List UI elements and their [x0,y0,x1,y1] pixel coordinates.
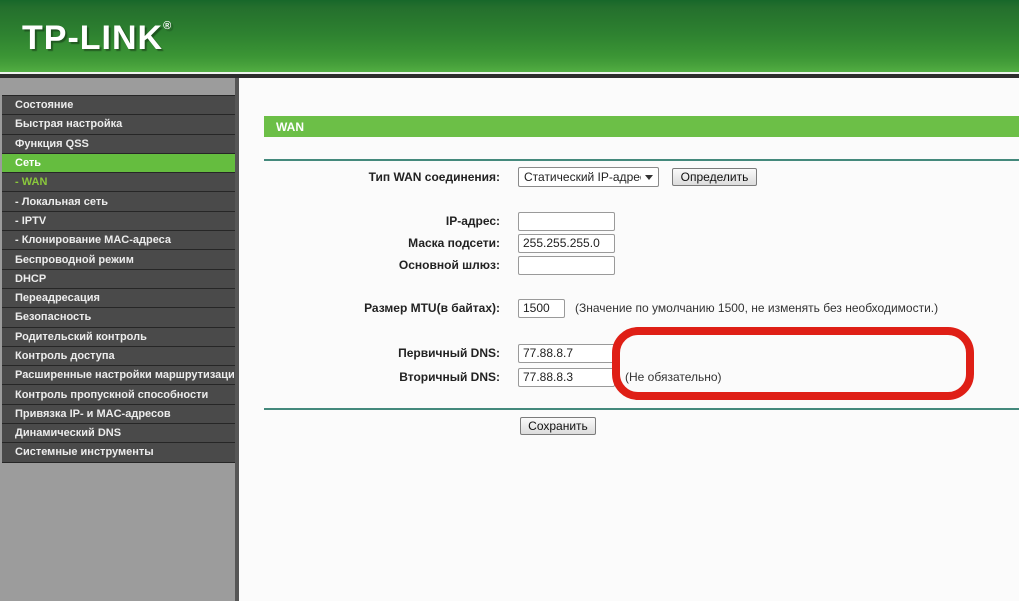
secondary-dns-input[interactable] [518,367,615,387]
primary-dns-label: Первичный DNS: [398,346,500,360]
secondary-dns-row: Вторичный DNS: (Не обязательно) [239,367,722,387]
top-rule [264,159,1019,161]
subnet-mask-label: Маска подсети: [408,236,500,250]
subnet-mask-row: Маска подсети: [239,233,615,253]
sidebar-item[interactable]: Сеть [2,153,235,174]
top-banner: TP-LINK® [0,0,1019,72]
section-title: WAN [276,119,304,134]
sidebar-item[interactable]: Состояние [2,96,235,116]
secondary-dns-note: (Не обязательно) [625,370,722,384]
sidebar-item[interactable]: Быстрая настройка [2,115,235,135]
main-content: WAN Тип WAN соединения: Статический IP-а… [239,78,1019,601]
section-title-bar: WAN [264,116,1019,137]
registered-mark: ® [163,20,172,32]
sidebar: Состояние Быстрая настройка Функция QSS Сет… [0,78,235,601]
primary-dns-row: Первичный DNS: [239,343,615,363]
logo-text: TP-LINK [22,19,164,57]
bottom-rule [264,408,1019,410]
primary-dns-input[interactable] [518,343,615,363]
sidebar-item[interactable]: Родительский контроль [2,327,235,347]
ip-address-label: IP-адрес: [445,214,500,228]
secondary-dns-label: Вторичный DNS: [399,370,500,384]
sidebar-item[interactable]: - IPTV [2,211,235,232]
sidebar-item[interactable]: Безопасность [2,308,235,328]
router-admin-page: TP-LINK® Состояние Быстрая настройка Функц… [0,0,1024,601]
sidebar-item[interactable]: - WAN [2,173,235,193]
sidebar-item[interactable]: - Клонирование MAC-адреса [2,231,235,251]
sidebar-item[interactable]: Системные инструменты [2,443,235,463]
sidebar-item[interactable]: Функция QSS [2,134,235,154]
sidebar-item[interactable]: Переадресация [2,288,235,309]
mtu-row: Размер MTU(в байтах): (Значение по умолч… [239,298,938,318]
sidebar-item[interactable]: Привязка IP- и MAC-адресов [2,404,235,425]
sidebar-item[interactable]: DHCP [2,269,235,289]
detect-button[interactable]: Определить [672,168,757,186]
gateway-input[interactable] [518,255,615,275]
save-button[interactable]: Сохранить [520,417,596,435]
mtu-input[interactable] [518,298,565,318]
wan-type-label: Тип WAN соединения: [368,170,500,184]
sidebar-item[interactable]: Контроль доступа [2,346,235,367]
sidebar-menu: Состояние Быстрая настройка Функция QSS Сет… [2,95,235,463]
ip-address-row: IP-адрес: [239,211,615,231]
ip-address-input[interactable] [518,211,615,231]
sidebar-item[interactable]: - Локальная сеть [2,192,235,212]
sidebar-item[interactable]: Динамический DNS [2,424,235,444]
wan-type-select[interactable]: Статический IP-адрес [518,167,659,187]
sidebar-item[interactable]: Расширенные настройки маршрутизации [2,366,235,386]
wan-type-row: Тип WAN соединения: Статический IP-адрес… [239,167,757,187]
tp-link-logo: TP-LINK® [22,19,171,58]
sidebar-item[interactable]: Беспроводной режим [2,250,235,270]
red-highlight-annotation [612,327,974,400]
gateway-label: Основной шлюз: [398,258,500,272]
wan-type-selected-value: Статический IP-адрес [524,170,641,184]
sidebar-item[interactable]: Контроль пропускной способности [2,385,235,405]
mtu-note: (Значение по умолчанию 1500, не изменять… [575,301,939,315]
subnet-mask-input[interactable] [518,233,615,253]
mtu-label: Размер MTU(в байтах): [364,301,500,315]
gateway-row: Основной шлюз: [239,255,615,275]
chevron-down-icon [645,174,653,180]
